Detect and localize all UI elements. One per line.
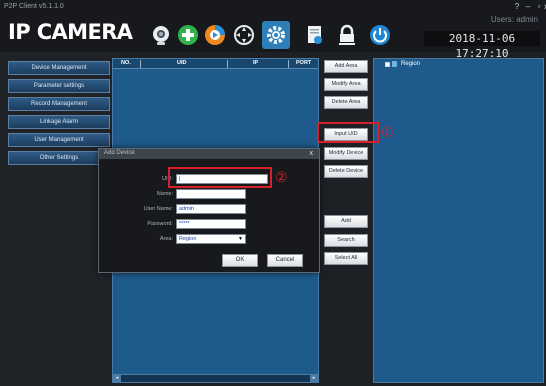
dialog-title-bar[interactable]: Add Device x (99, 149, 319, 159)
sidebar-item-other-settings[interactable]: Other Settings (8, 151, 110, 165)
dialog-close-icon[interactable]: x (310, 149, 314, 159)
scroll-left-icon[interactable]: ◂ (113, 375, 121, 382)
cancel-button[interactable]: Cancel (267, 254, 303, 267)
settings-icon[interactable] (265, 24, 287, 46)
add-button[interactable]: Add (324, 215, 368, 228)
action-column: Add Area Modify Area Delete Area Input U… (319, 52, 373, 386)
lock-icon[interactable] (336, 24, 358, 46)
password-label: Password: (147, 221, 173, 227)
username-input[interactable]: admin (176, 204, 246, 214)
column-header-ip[interactable]: IP (253, 60, 258, 66)
datetime-display: 2018-11-06 17:27:10 (424, 31, 540, 60)
modify-device-button[interactable]: Modify Device (324, 147, 368, 160)
annotation-marker-2: ② (275, 170, 288, 186)
horizontal-scrollbar[interactable]: ◂ ▸ (113, 374, 318, 382)
ptz-icon[interactable] (233, 24, 255, 46)
column-divider (288, 60, 289, 68)
current-user: Users: admin (490, 15, 538, 24)
name-input[interactable] (176, 189, 246, 199)
annotation-marker-1: ① (381, 125, 394, 141)
region-label[interactable]: Region (401, 61, 420, 67)
region-tree-panel[interactable]: Region (373, 58, 544, 383)
playback-icon[interactable] (204, 24, 226, 46)
add-area-button[interactable]: Add Area (324, 60, 368, 73)
region-checkbox[interactable] (385, 62, 390, 67)
scroll-right-icon[interactable]: ▸ (310, 375, 318, 382)
uid-label: UID: (162, 176, 173, 182)
area-select[interactable]: Region ▼ (176, 234, 246, 244)
column-divider (140, 60, 141, 68)
app-version: P2P Client v5.1.1.0 (4, 3, 64, 10)
sidebar-item-device-management[interactable]: Device Management (8, 61, 110, 75)
sidebar-item-user-management[interactable]: User Management (8, 133, 110, 147)
sidebar-item-linkage-alarm[interactable]: Linkage Alarm (8, 115, 110, 129)
column-header-port[interactable]: PORT (296, 60, 311, 66)
area-label: Area: (159, 236, 173, 242)
sidebar-item-record-management[interactable]: Record Management (8, 97, 110, 111)
camera-icon[interactable] (150, 24, 172, 46)
column-header-no[interactable]: NO. (121, 60, 131, 66)
sidebar-item-parameter-settings[interactable]: Parameter settings (8, 79, 110, 93)
password-input[interactable]: ***** (176, 219, 246, 229)
name-label: Name: (156, 191, 173, 197)
delete-area-button[interactable]: Delete Area (324, 96, 368, 109)
add-icon[interactable] (177, 24, 199, 46)
device-list-header: NO. UID IP PORT (113, 59, 318, 69)
search-button[interactable]: Search (324, 234, 368, 247)
ok-button[interactable]: OK (222, 254, 258, 267)
area-select-value: Region (179, 236, 197, 242)
record-icon[interactable] (304, 24, 326, 46)
select-all-button[interactable]: Select All (324, 252, 368, 265)
column-header-uid[interactable]: UID (177, 60, 186, 66)
region-icon (392, 61, 397, 67)
modify-area-button[interactable]: Modify Area (324, 78, 368, 91)
chevron-down-icon: ▼ (238, 236, 243, 242)
highlight-uid-input (168, 167, 272, 188)
username-label: User Name: (143, 206, 173, 212)
highlight-input-uid (317, 122, 379, 143)
delete-device-button[interactable]: Delete Device (324, 165, 368, 178)
column-divider (227, 60, 228, 68)
dialog-title: Add Device (104, 150, 135, 156)
power-icon[interactable] (369, 24, 391, 46)
title-bar: P2P Client v5.1.1.0 ? – ▫ x IP CAMERA Us… (0, 0, 546, 60)
brand-logo: IP CAMERA (8, 20, 133, 44)
